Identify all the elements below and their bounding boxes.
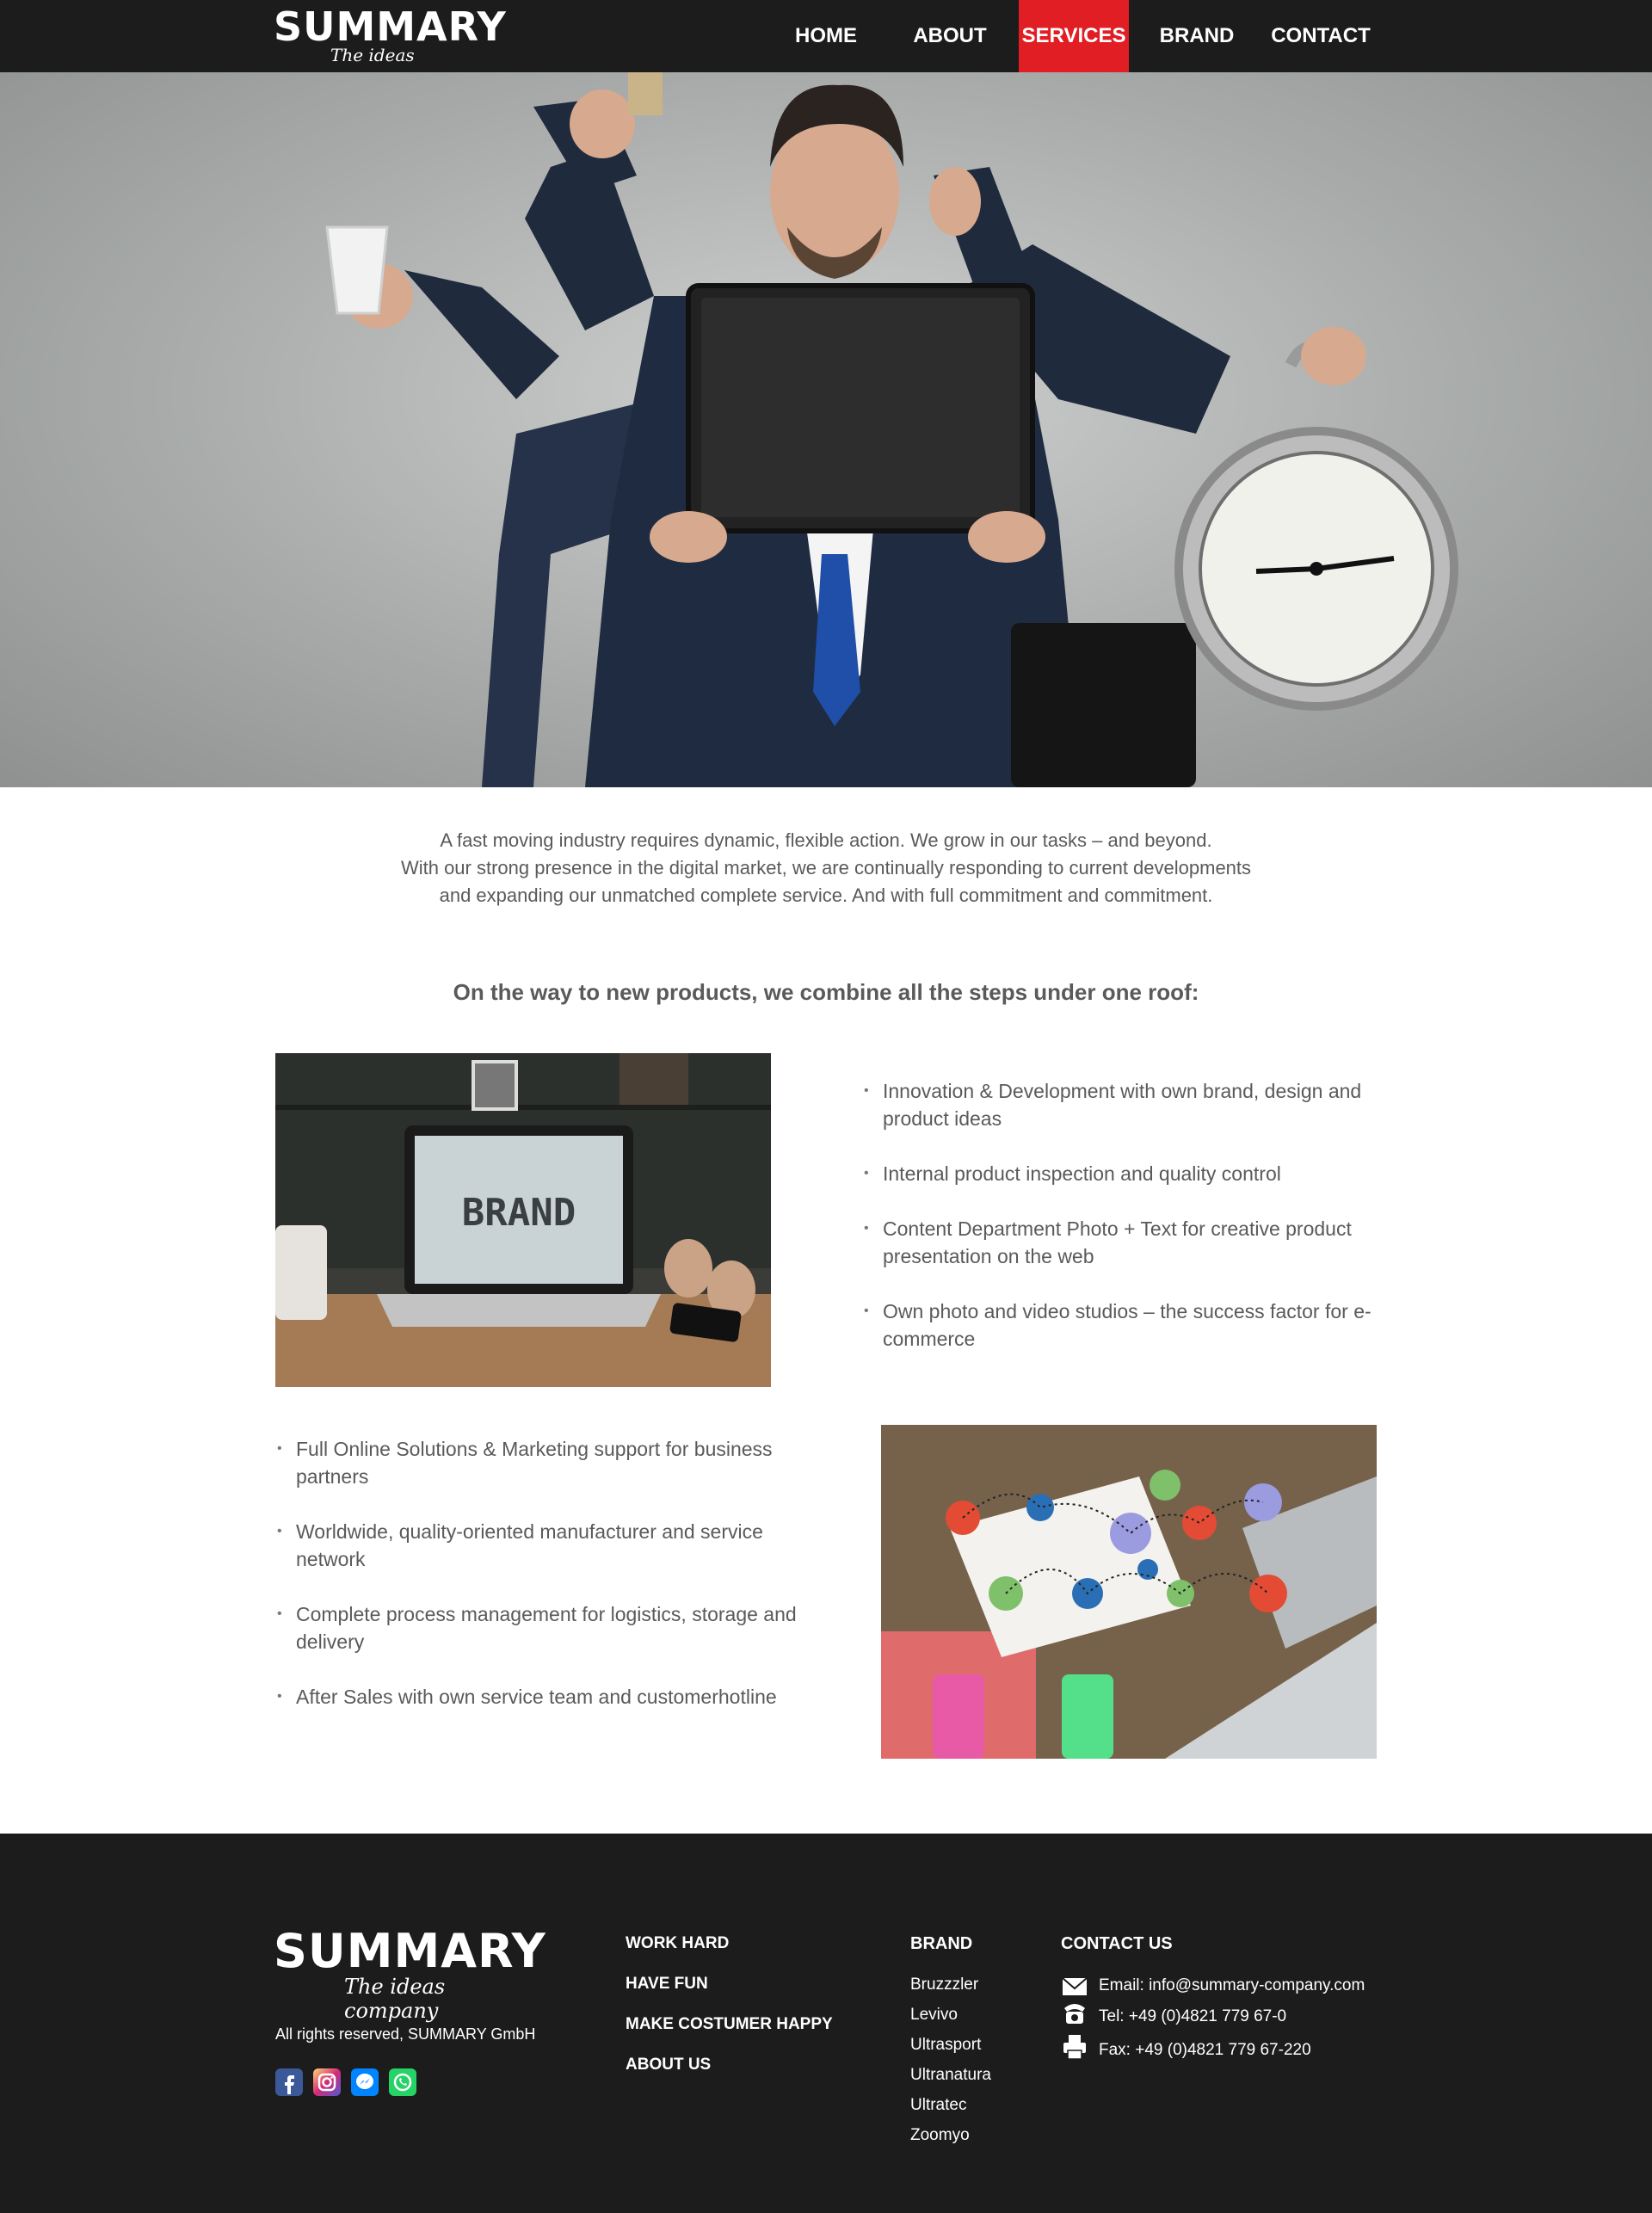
- footer-logo-tagline: The ideas company: [344, 1975, 446, 2023]
- footer-logo-wordmark: SUMMARY: [274, 1924, 546, 1978]
- multitasking-businessman-illustration: [325, 72, 1458, 787]
- footer-logo[interactable]: SUMMARY The ideas company: [274, 1926, 546, 2024]
- top-navigation: SUMMARY The ideas company HOME ABOUT SER…: [0, 0, 1652, 86]
- footer-brand-title: BRAND: [910, 1934, 973, 1953]
- whatsapp-icon[interactable]: [389, 2068, 416, 2096]
- footer-contact-title: CONTACT US: [1061, 1934, 1173, 1953]
- list-item: Worldwide, quality-oriented manufacturer…: [275, 1518, 809, 1573]
- services-list-1: Innovation & Development with own brand,…: [862, 1077, 1387, 1380]
- phone-icon: [1061, 2000, 1088, 2024]
- nav-home[interactable]: HOME: [779, 0, 873, 72]
- fax-printer-icon: [1061, 2033, 1088, 2060]
- contact-fax: Fax: +49 (0)4821 779 67-220: [1099, 2041, 1311, 2059]
- brand-link-bruzzzler[interactable]: Bruzzzler: [910, 1976, 978, 1994]
- brand-link-levivo[interactable]: Levivo: [910, 2006, 958, 2025]
- site-logo[interactable]: SUMMARY The ideas company: [274, 5, 506, 86]
- envelope-icon: [1061, 1975, 1088, 1999]
- brand-link-zoomyo[interactable]: Zoomyo: [910, 2126, 970, 2145]
- contact-email[interactable]: Email: info@summary-company.com: [1099, 1976, 1365, 1995]
- brand-link-ultranatura[interactable]: Ultranatura: [910, 2066, 991, 2085]
- nav-services[interactable]: SERVICES: [1019, 0, 1129, 72]
- list-item: After Sales with own service team and cu…: [275, 1683, 809, 1711]
- intro-line-2: With our strong presence in the digital …: [400, 857, 1252, 878]
- hero-image: [0, 72, 1652, 787]
- list-item: Own photo and video studios – the succes…: [862, 1298, 1387, 1353]
- list-item: Full Online Solutions & Marketing suppor…: [275, 1435, 809, 1490]
- footer-link-have-fun[interactable]: HAVE FUN: [626, 1975, 708, 1994]
- footer-link-make-costumer-happy[interactable]: MAKE COSTUMER HAPPY: [626, 2015, 833, 2034]
- brand-laptop-image: BRAND: [275, 1053, 771, 1387]
- brand-link-ultrasport[interactable]: Ultrasport: [910, 2036, 981, 2055]
- nav-contact[interactable]: CONTACT: [1267, 0, 1375, 72]
- intro-text: A fast moving industry requires dynamic,…: [258, 827, 1394, 909]
- list-item: Content Department Photo + Text for crea…: [862, 1215, 1387, 1270]
- contact-tel[interactable]: Tel: +49 (0)4821 779 67-0: [1099, 2007, 1286, 2026]
- footer-link-about-us[interactable]: ABOUT US: [626, 2056, 711, 2074]
- services-list-2: Full Online Solutions & Marketing suppor…: [275, 1435, 809, 1738]
- nav-about[interactable]: ABOUT: [903, 0, 996, 72]
- messenger-icon[interactable]: [351, 2068, 379, 2096]
- desk-network-illustration: [881, 1425, 1377, 1759]
- intro-line-3: and expanding our unmatched complete ser…: [439, 885, 1213, 906]
- section-heading: On the way to new products, we combine a…: [453, 979, 1199, 1005]
- laptop-screen-brand-text: BRAND: [462, 1191, 576, 1235]
- list-item: Complete process management for logistic…: [275, 1600, 809, 1655]
- logo-wordmark: SUMMARY: [274, 3, 507, 50]
- intro-line-1: A fast moving industry requires dynamic,…: [440, 829, 1212, 851]
- list-item: Innovation & Development with own brand,…: [862, 1077, 1387, 1132]
- facebook-icon[interactable]: [275, 2068, 303, 2096]
- network-icons-image: [881, 1425, 1377, 1759]
- brand-link-ultratec[interactable]: Ultratec: [910, 2096, 966, 2115]
- brand-laptop-illustration: BRAND: [275, 1053, 771, 1387]
- nav-brand[interactable]: BRAND: [1153, 0, 1241, 72]
- list-item: Internal product inspection and quality …: [862, 1160, 1387, 1187]
- copyright-text: All rights reserved, SUMMARY GmbH: [275, 2025, 536, 2043]
- instagram-icon[interactable]: [313, 2068, 341, 2096]
- footer-link-work-hard[interactable]: WORK HARD: [626, 1934, 729, 1953]
